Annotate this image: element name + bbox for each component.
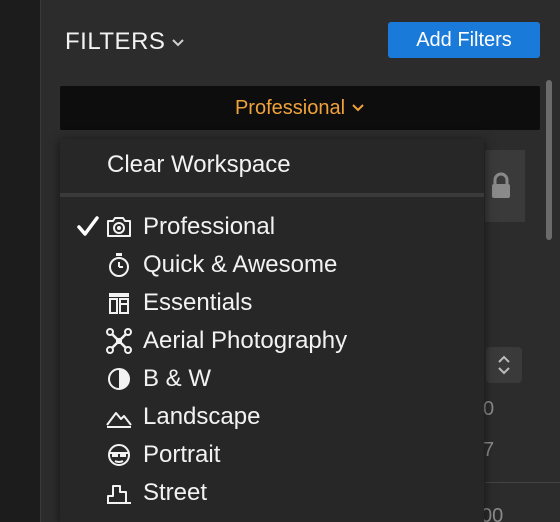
stepper-control[interactable] (486, 347, 522, 383)
left-strip (0, 0, 40, 522)
chevron-down-icon (352, 104, 364, 112)
menu-item-label: B & W (143, 365, 212, 392)
face-icon (108, 444, 130, 466)
menu-item-label: Quick & Awesome (143, 251, 338, 278)
camera-icon (107, 217, 131, 237)
lock-icon (492, 172, 510, 198)
menu-item-landscape[interactable]: Landscape (60, 398, 484, 436)
workspace-selector[interactable]: Professional (60, 86, 540, 130)
workspace-dropdown-menu: Clear Workspace Professional Quick & Awe… (60, 139, 484, 522)
filters-header[interactable]: FILTERS (65, 28, 185, 56)
menu-item-aerial-photography[interactable]: Aerial Photography (60, 322, 484, 360)
background-divider (485, 482, 560, 483)
workspace-selected-label: Professional (234, 96, 346, 119)
background-value: 7 (483, 439, 495, 461)
menu-item-label: Aerial Photography (143, 327, 348, 354)
menu-separator (60, 193, 484, 197)
menu-item-label: Essentials (143, 289, 253, 316)
half-circle-icon (108, 368, 130, 390)
layout-icon (109, 293, 129, 314)
menu-item-professional[interactable]: Professional (60, 208, 484, 246)
menu-item-bw[interactable]: B & W (60, 360, 484, 398)
background-value: 00 (481, 505, 504, 522)
mountain-icon (106, 412, 132, 428)
stopwatch-icon (109, 253, 129, 277)
menu-item-portrait[interactable]: Portrait (60, 436, 484, 474)
buildings-icon (107, 485, 131, 504)
menu-item-quick-awesome[interactable]: Quick & Awesome (60, 246, 484, 284)
scrollbar[interactable] (546, 80, 552, 240)
menu-item-label: Portrait (143, 441, 221, 468)
menu-item-street[interactable]: Street (60, 474, 484, 512)
up-down-arrows-icon (498, 355, 510, 375)
clear-workspace-item[interactable]: Clear Workspace (107, 151, 291, 179)
checkmark-icon (77, 216, 99, 236)
background-value: 0 (483, 398, 495, 420)
menu-item-essentials[interactable]: Essentials (60, 284, 484, 322)
menu-item-label: Street (143, 479, 208, 506)
drone-icon (106, 328, 132, 354)
menu-item-label: Landscape (143, 403, 261, 430)
add-filters-button[interactable]: Add Filters (388, 22, 540, 58)
chevron-down-icon (172, 39, 185, 47)
filters-title: FILTERS (65, 28, 166, 55)
app-window: FILTERS Add Filters Professional 0 7 00 … (0, 0, 560, 522)
menu-item-label: Professional (143, 213, 276, 240)
